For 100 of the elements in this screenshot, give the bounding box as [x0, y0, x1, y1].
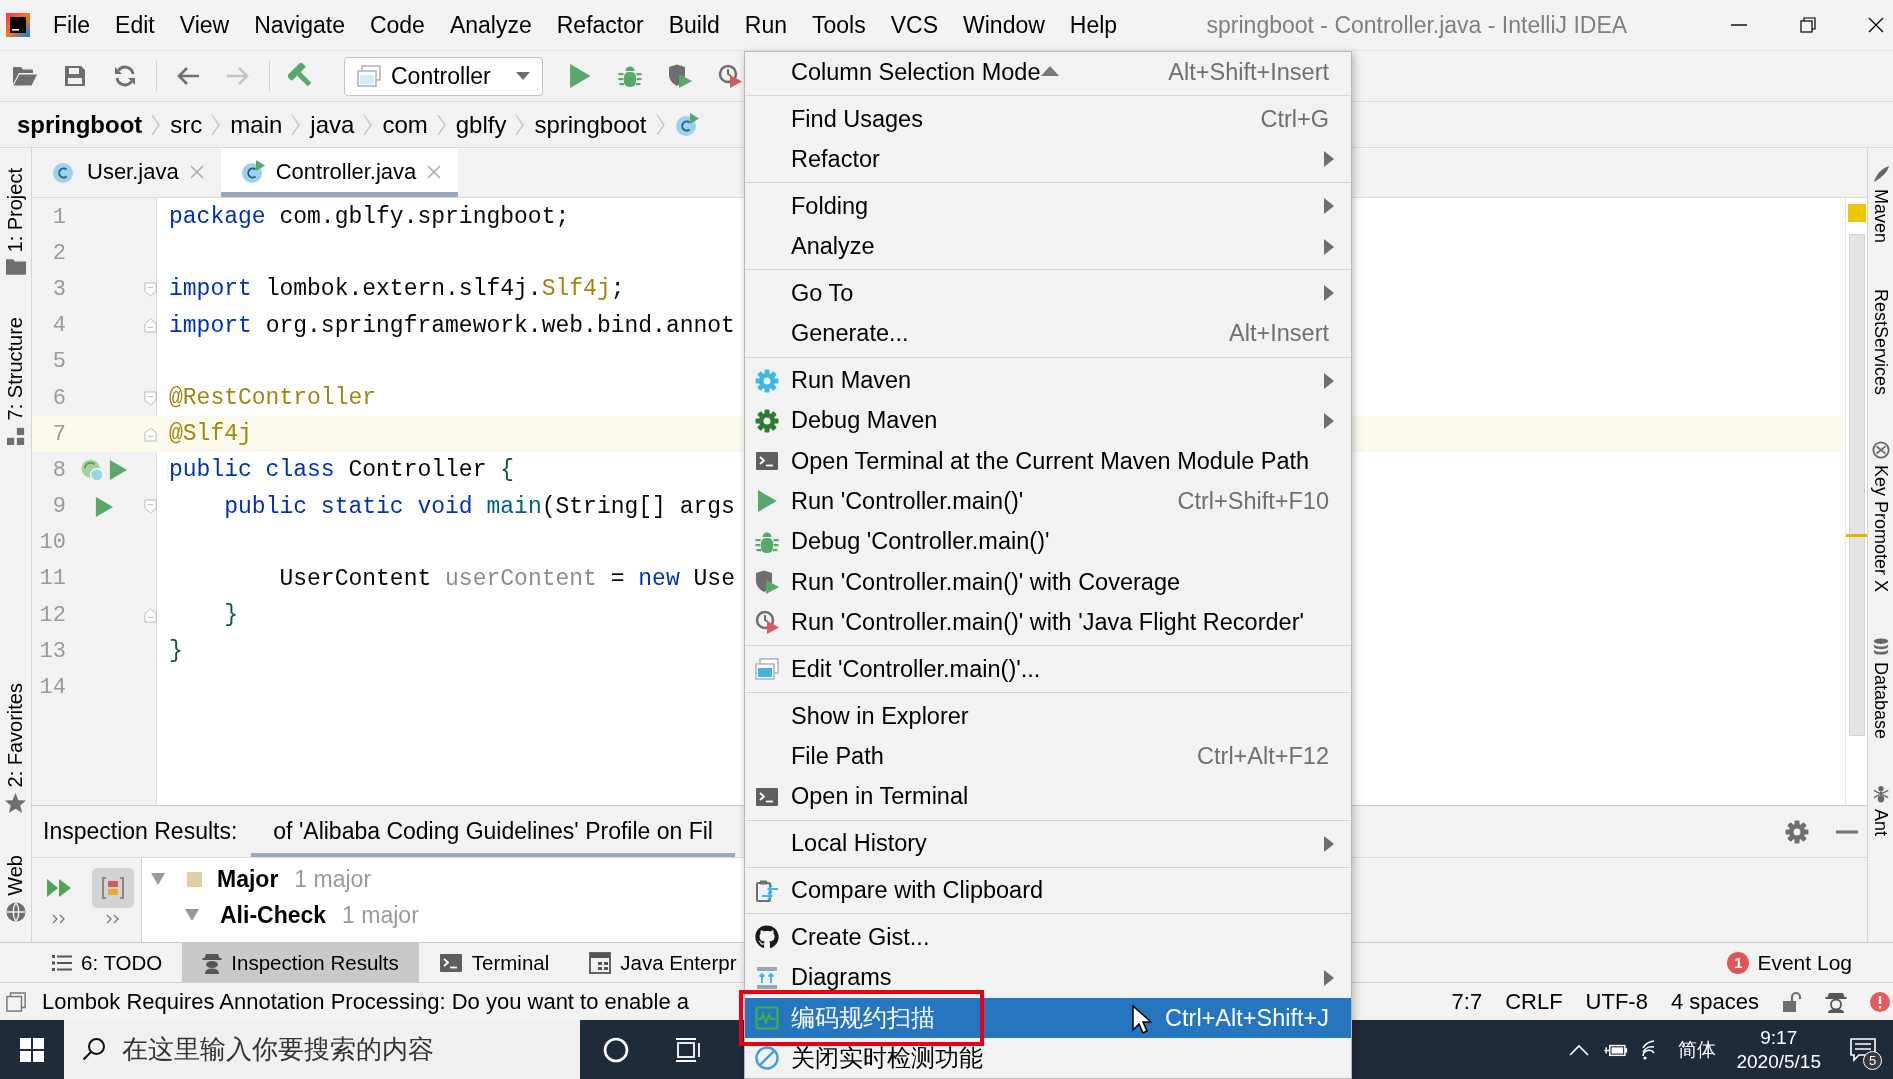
menu-bar-item[interactable]: VCS — [878, 11, 951, 39]
menu-item[interactable]: Folding — [745, 186, 1351, 227]
task-view-icon[interactable] — [675, 1037, 701, 1062]
expanded-triangle-icon[interactable] — [184, 908, 200, 922]
menu-item[interactable]: Run 'Controller.main()' Ctrl+Shift+F10 — [745, 481, 1351, 522]
editor-tab[interactable]: Controller.java — [220, 148, 459, 197]
menu-item[interactable]: Open in Terminal — [745, 776, 1351, 817]
tool-window-tab[interactable]: Maven — [1870, 189, 1891, 244]
toggle-button[interactable] — [92, 868, 134, 908]
tool-window-tab[interactable]: RestServices — [1870, 289, 1891, 396]
save-icon[interactable] — [64, 65, 86, 87]
inspector-face-icon[interactable] — [1825, 990, 1847, 1013]
run-marker-icon[interactable] — [95, 496, 113, 517]
scrollbar-track[interactable] — [1848, 234, 1865, 736]
tool-window-tab[interactable]: Database — [1870, 662, 1891, 740]
status-item[interactable]: CRLF — [1505, 988, 1563, 1015]
tool-window-tab[interactable]: 7: Structure — [4, 317, 27, 421]
menu-item[interactable]: Show in Explorer — [745, 696, 1351, 737]
menu-item[interactable]: Run Maven — [745, 360, 1351, 401]
tool-window-tab[interactable]: Terminal — [418, 943, 570, 982]
status-item[interactable]: 7:7 — [1451, 988, 1483, 1015]
hammer-icon[interactable] — [288, 63, 314, 89]
scroll-up-arrow-icon[interactable] — [1041, 66, 1059, 76]
menu-bar-item[interactable]: Navigate — [241, 11, 358, 39]
breadcrumb-item[interactable]: src — [170, 110, 203, 139]
fold-start-icon[interactable] — [144, 390, 157, 406]
tool-window-tab[interactable]: Key Promoter X — [1870, 465, 1891, 593]
menu-item[interactable]: File Path Ctrl+Alt+F12 — [745, 736, 1351, 777]
breadcrumb-item[interactable]: springboot — [534, 110, 647, 139]
group-icon[interactable] — [101, 876, 125, 900]
menu-item[interactable]: Run 'Controller.main()' with 'Java Flight Recorder' — [745, 602, 1351, 643]
clock-date[interactable]: 2020/5/15 — [1736, 1050, 1821, 1073]
breadcrumb-item[interactable]: java — [310, 110, 355, 139]
fold-start-icon[interactable] — [144, 281, 157, 297]
menu-bar-item[interactable]: Analyze — [437, 11, 545, 39]
windows-logo-icon[interactable] — [20, 1037, 44, 1062]
tool-window-tab[interactable]: Web — [4, 855, 27, 896]
run-icon[interactable] — [569, 64, 591, 88]
sync-icon[interactable] — [113, 64, 137, 88]
minimize-icon[interactable] — [1836, 829, 1858, 834]
panel-toggle-icon[interactable] — [6, 991, 26, 1012]
breadcrumb-item[interactable]: gblfy — [455, 110, 507, 139]
restore-icon[interactable] — [1799, 17, 1816, 33]
settings-icon[interactable] — [1785, 819, 1809, 844]
expanded-triangle-icon[interactable] — [150, 872, 166, 886]
tree-item-label[interactable]: Major — [217, 865, 279, 893]
menu-item[interactable]: Go To — [745, 273, 1351, 314]
menu-bar-item[interactable]: Run — [732, 11, 800, 39]
search-field[interactable]: 在这里输入你要搜索的内容 — [64, 1020, 580, 1079]
menu-bar-item[interactable]: Tools — [799, 11, 879, 39]
menu-item[interactable]: Edit 'Controller.main()'... — [745, 649, 1351, 690]
open-folder-icon[interactable] — [12, 65, 38, 87]
menu-item[interactable]: Compare with Clipboard — [745, 870, 1351, 911]
menu-bar-item[interactable]: Refactor — [544, 11, 657, 39]
breadcrumb-item[interactable]: springboot — [17, 110, 143, 139]
unlock-icon[interactable] — [1782, 990, 1802, 1013]
back-arrow-icon[interactable] — [176, 66, 200, 86]
run-marker-icon[interactable] — [109, 460, 127, 481]
menu-bar-item[interactable]: Build — [656, 11, 733, 39]
input-method-indicator[interactable]: 简体 — [1678, 1036, 1717, 1063]
double-chevron-icon[interactable] — [52, 914, 66, 924]
bug-icon[interactable] — [618, 64, 642, 88]
fold-start-icon[interactable] — [144, 499, 157, 515]
tool-window-tab[interactable]: 2: Favorites — [4, 682, 27, 788]
tool-window-tab[interactable]: 1: Project — [4, 168, 27, 253]
clock-play-icon[interactable] — [718, 64, 742, 88]
status-item[interactable]: UTF-8 — [1585, 988, 1648, 1015]
menu-bar-item[interactable]: Help — [1057, 11, 1130, 39]
menu-bar-item[interactable]: Edit — [102, 11, 168, 39]
menu-item[interactable]: Open Terminal at the Current Maven Module Path — [745, 441, 1351, 482]
double-chevron-icon[interactable] — [106, 914, 120, 924]
menu-item[interactable]: Local History — [745, 823, 1351, 864]
minimize-icon[interactable] — [1730, 24, 1747, 26]
chevron-up-icon[interactable] — [1569, 1043, 1590, 1056]
tool-window-tab[interactable]: Java Enterpr — [569, 943, 737, 982]
menu-item[interactable]: Run 'Controller.main()' with Coverage — [745, 561, 1351, 603]
menu-item[interactable]: Find Usages Ctrl+G — [745, 98, 1351, 140]
cortana-ring-icon[interactable] — [603, 1036, 629, 1063]
event-log-link[interactable]: Event Log — [1757, 950, 1852, 975]
error-icon[interactable] — [1870, 991, 1890, 1012]
menu-item[interactable]: 编码规约扫描 Ctrl+Alt+Shift+J — [745, 997, 1351, 1039]
shield-play-icon[interactable] — [668, 64, 692, 88]
menu-item[interactable]: Create Gist... — [745, 917, 1351, 958]
menu-item[interactable]: Analyze — [745, 226, 1351, 267]
menu-bar-item[interactable]: Window — [950, 11, 1058, 39]
menu-item[interactable]: Debug Maven — [745, 400, 1351, 442]
menu-item[interactable]: Debug 'Controller.main()' — [745, 521, 1351, 562]
rerun-icon[interactable] — [46, 878, 72, 898]
menu-bar-item[interactable]: View — [167, 11, 242, 39]
menu-bar-item[interactable]: File — [40, 11, 103, 39]
menu-item[interactable]: Refactor — [745, 139, 1351, 180]
menu-item[interactable]: Generate... Alt+Insert — [745, 313, 1351, 354]
clock-time[interactable]: 9:17 — [1760, 1026, 1798, 1049]
menu-item[interactable]: 关闭实时检测功能 — [745, 1038, 1351, 1078]
tool-window-tab[interactable]: Inspection Results — [182, 943, 419, 982]
breadcrumb-item[interactable]: com — [382, 110, 428, 139]
menu-item[interactable]: Column Selection Mode Alt+Shift+Insert — [745, 52, 1351, 93]
run-configuration-dropdown[interactable]: Controller — [344, 56, 543, 96]
editor-tab[interactable]: User.java — [32, 148, 221, 197]
menu-bar-item[interactable]: Code — [357, 11, 438, 39]
